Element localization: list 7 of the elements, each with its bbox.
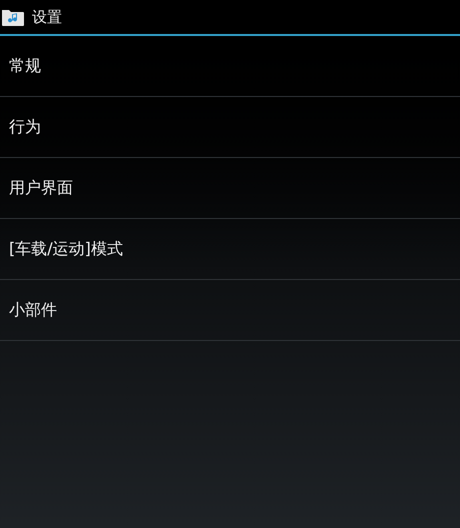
settings-item[interactable]: 小部件 bbox=[9, 298, 57, 322]
settings-item[interactable]: [车载/运动]模式 bbox=[9, 237, 123, 261]
settings-item[interactable]: 用户界面 bbox=[9, 176, 73, 200]
settings-item[interactable]: 常规 bbox=[9, 54, 41, 78]
screen-title: 设置 bbox=[32, 6, 62, 28]
folder-music-icon[interactable] bbox=[1, 7, 25, 27]
settings-item[interactable]: 行为 bbox=[9, 115, 41, 139]
